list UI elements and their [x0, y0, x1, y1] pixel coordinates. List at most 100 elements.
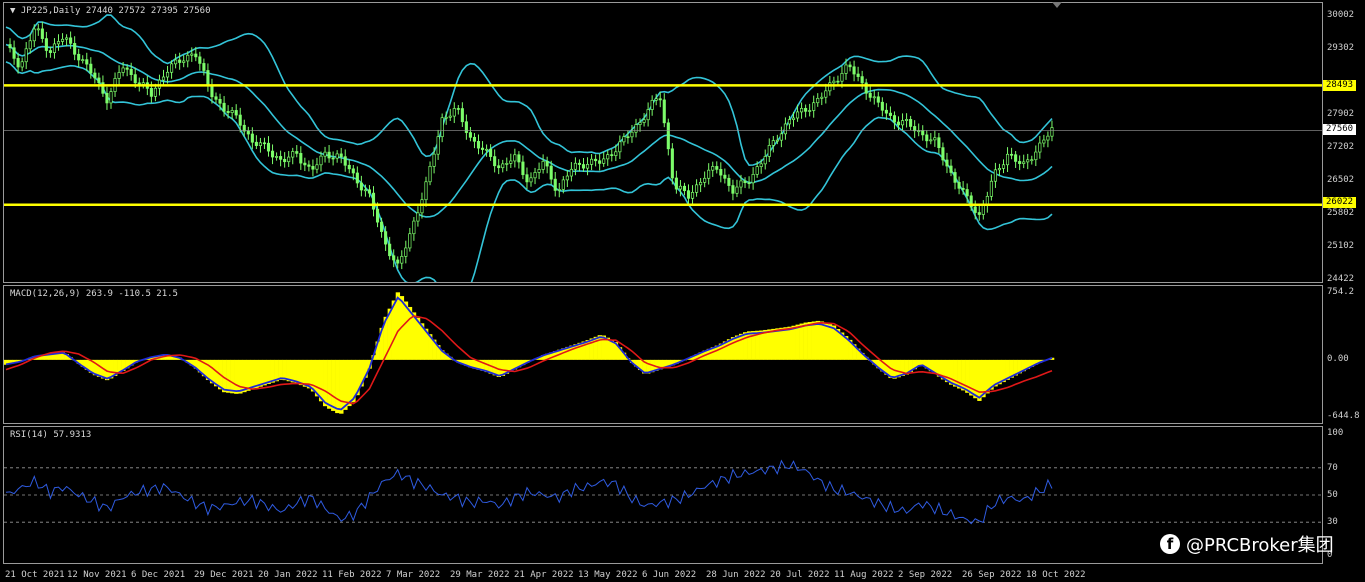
candle-body — [743, 180, 747, 184]
candle-body — [60, 38, 65, 42]
price-chart-canvas[interactable] — [4, 3, 1322, 282]
candle-body — [941, 147, 945, 161]
candle-body — [303, 162, 307, 166]
time-axis-label: 6 Jun 2022 — [642, 570, 697, 580]
candle-body — [238, 114, 242, 126]
candle-body — [747, 182, 751, 185]
macd-histogram-bar — [339, 359, 344, 414]
candle-body — [331, 157, 335, 160]
candle-body — [606, 154, 610, 160]
time-axis-label: 7 Mar 2022 — [386, 570, 441, 580]
macd-canvas[interactable] — [4, 286, 1322, 423]
macd-histogram-bar — [743, 332, 748, 360]
candle-body — [921, 130, 925, 136]
time-axis-label: 20 Jul 2022 — [770, 570, 830, 580]
candle-body — [174, 59, 178, 65]
candle-body — [485, 148, 489, 151]
candle-body — [682, 185, 687, 192]
price-chart-pane[interactable]: ▼ JP225,Daily 27440 27572 27395 27560 — [3, 2, 1323, 283]
candle-body — [856, 73, 860, 77]
candle-body — [210, 85, 214, 98]
macd-histogram-bar — [323, 359, 328, 407]
candle-body — [735, 186, 739, 194]
candle-body — [335, 153, 339, 159]
candle-body — [279, 156, 283, 160]
candle-body — [848, 64, 852, 68]
candle-body — [355, 172, 359, 184]
macd-histogram-bar — [395, 292, 401, 360]
candle-body — [81, 59, 85, 62]
candle-body — [840, 73, 844, 82]
candle-body — [949, 165, 953, 173]
candle-body — [723, 174, 727, 179]
macd-axis-label: -644.8 — [1327, 411, 1360, 421]
candle-body — [707, 169, 711, 179]
scroll-marker-icon[interactable] — [1052, 2, 1062, 8]
macd-histogram-bar — [977, 359, 982, 401]
candle-body — [981, 205, 985, 215]
candle-body — [501, 163, 505, 169]
candle-body — [275, 156, 279, 158]
candle-body — [1042, 139, 1046, 144]
candle-body — [678, 185, 682, 190]
candle-body — [258, 142, 262, 146]
candle-body — [266, 142, 271, 152]
candle-body — [428, 165, 432, 183]
rsi-canvas[interactable] — [4, 427, 1322, 563]
candle-body — [153, 87, 157, 97]
candle-body — [852, 66, 856, 75]
candle-body — [577, 162, 582, 165]
candle-body — [93, 72, 97, 79]
candle-body — [24, 48, 28, 63]
candle-body — [468, 132, 472, 138]
time-axis-label: 6 Dec 2021 — [131, 570, 186, 580]
candle-body — [250, 133, 254, 143]
macd-histogram-bar — [230, 359, 235, 394]
macd-histogram-bar — [318, 359, 324, 402]
rsi-title: RSI(14) 57.9313 — [10, 430, 92, 440]
candle-body — [295, 151, 299, 154]
candle-body — [876, 96, 880, 103]
candle-body — [56, 41, 61, 45]
candle-body — [476, 140, 481, 149]
candle-body — [525, 174, 529, 183]
candle-body — [416, 212, 420, 222]
candle-body — [594, 158, 598, 162]
candle-body — [392, 255, 396, 261]
candle-body — [214, 96, 218, 100]
macd-histogram-bar — [403, 301, 409, 360]
candle-body — [888, 112, 892, 116]
macd-title: MACD(12,26,9) 263.9 -110.5 21.5 — [10, 289, 178, 299]
macd-histogram-bar — [274, 359, 279, 382]
candle-body — [412, 220, 416, 235]
candle-body — [89, 63, 93, 74]
macd-histogram-bar — [759, 330, 764, 360]
candle-body — [590, 158, 594, 165]
candle-body — [626, 136, 630, 139]
candle-body — [52, 43, 57, 53]
candle-body — [36, 28, 40, 31]
candle-body — [234, 110, 238, 116]
candle-body — [202, 63, 206, 71]
time-axis-label: 13 May 2022 — [578, 570, 638, 580]
candle-body — [690, 192, 695, 199]
macd-histogram-bar — [290, 359, 296, 383]
candle-body — [509, 160, 513, 164]
macd-histogram-bar — [407, 306, 413, 360]
facebook-icon: f — [1160, 534, 1180, 554]
candle-body — [371, 192, 376, 210]
candle-body — [1046, 135, 1050, 141]
candle-body — [323, 151, 327, 157]
macd-pane[interactable]: MACD(12,26,9) 263.9 -110.5 21.5 — [3, 285, 1323, 424]
candle-body — [388, 243, 392, 257]
candle-body — [642, 119, 646, 123]
rsi-pane[interactable]: RSI(14) 57.9313 — [3, 426, 1323, 564]
candle-body — [367, 189, 372, 194]
macd-histogram-bar — [347, 359, 352, 407]
candle-body — [121, 67, 125, 73]
rsi-axis-label: 30 — [1327, 517, 1338, 527]
candle-body — [448, 115, 452, 118]
candle-body — [460, 108, 464, 123]
candle-body — [638, 122, 642, 125]
candle-body — [1014, 154, 1018, 162]
